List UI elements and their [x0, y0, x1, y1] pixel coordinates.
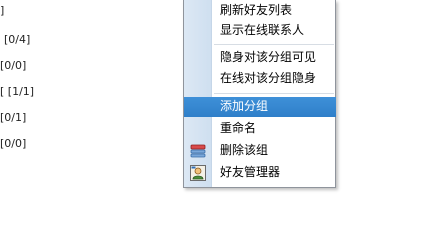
- menu-item-label: 重命名: [220, 121, 257, 135]
- buddy-manager-icon: [190, 165, 206, 181]
- menu-item-add-group[interactable]: 添加分组: [184, 97, 336, 117]
- menu-item-label: 好友管理器: [220, 165, 281, 179]
- delete-group-icon: [190, 143, 206, 159]
- group-context-menu: 刷新好友列表 显示在线联系人 隐身对该分组可见 在线对该分组隐身 添加分组 重命…: [183, 0, 336, 188]
- group-count: [0/0]: [0, 59, 27, 72]
- menu-separator: [214, 44, 334, 45]
- menu-item-invisible-visible-to-group[interactable]: 隐身对该分组可见: [184, 48, 336, 67]
- group-count: [ [1/1]: [0, 85, 35, 98]
- menu-item-label: 添加分组: [220, 99, 269, 113]
- group-count: ]: [0, 4, 5, 17]
- menu-item-online-hidden-from-group[interactable]: 在线对该分组隐身: [184, 69, 336, 88]
- menu-item-delete-group[interactable]: 删除该组: [184, 141, 336, 160]
- menu-item-rename[interactable]: 重命名: [184, 119, 336, 138]
- menu-separator: [214, 93, 334, 94]
- group-count: [0/4]: [4, 33, 31, 46]
- menu-item-label: 在线对该分组隐身: [220, 71, 317, 85]
- menu-item-show-online-contacts[interactable]: 显示在线联系人: [184, 21, 336, 40]
- qq-buddy-panel: ] [0/4] [0/0] [ [1/1] [0/1] [0/0] 刷新好友列表…: [0, 0, 427, 249]
- group-count: [0/1]: [0, 111, 27, 124]
- menu-item-label: 删除该组: [220, 143, 269, 157]
- menu-item-refresh-buddy-list[interactable]: 刷新好友列表: [184, 1, 336, 20]
- menu-item-label: 隐身对该分组可见: [220, 50, 317, 64]
- menu-item-buddy-manager[interactable]: 好友管理器: [184, 163, 336, 182]
- group-count: [0/0]: [0, 137, 27, 150]
- menu-item-label: 刷新好友列表: [220, 3, 293, 17]
- menu-item-label: 显示在线联系人: [220, 23, 305, 37]
